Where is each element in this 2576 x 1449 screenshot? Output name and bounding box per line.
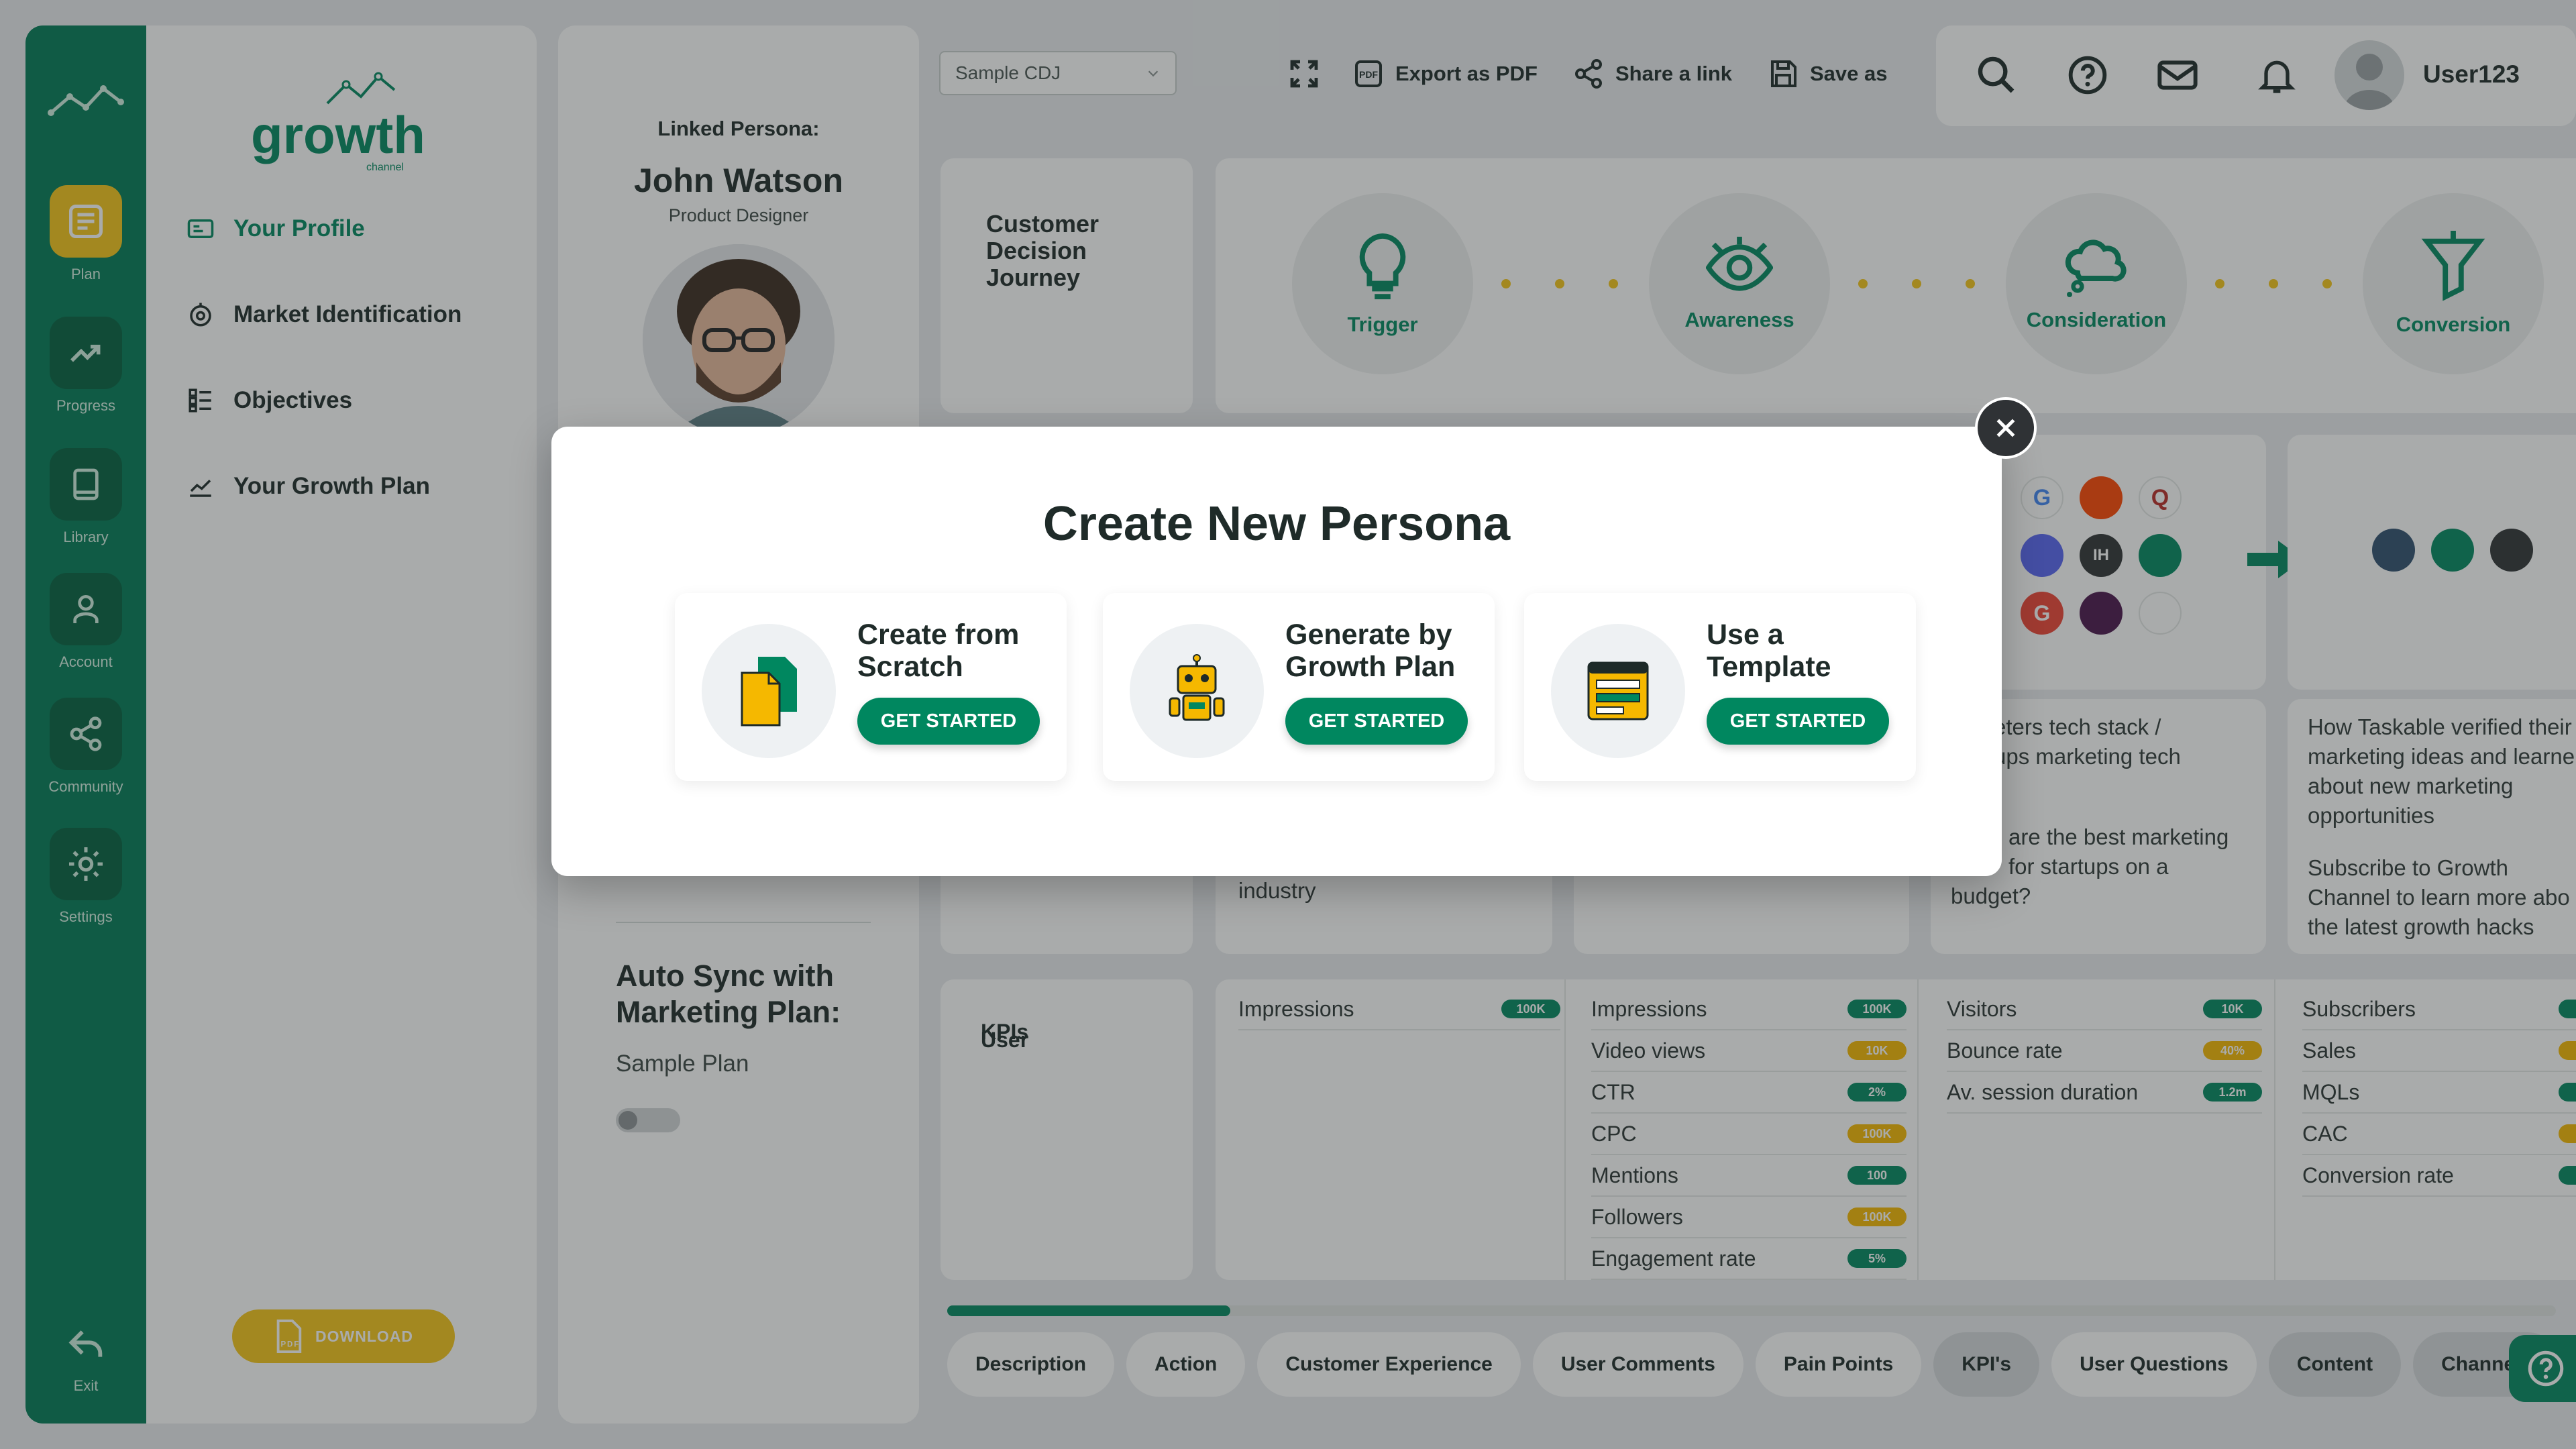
create-persona-modal: Create New Persona Create from Scratch G… [551, 427, 2002, 876]
get-started-button[interactable]: GET STARTED [857, 698, 1040, 745]
option-title: Use a Template [1707, 619, 1831, 683]
modal-title: Create New Persona [1042, 497, 1511, 551]
get-started-button[interactable]: GET STARTED [1707, 698, 1889, 745]
option-use-a-template[interactable]: Use a Template GET STARTED [1524, 593, 1916, 781]
close-modal-button[interactable] [1975, 397, 2037, 459]
robot-icon [1130, 624, 1264, 758]
close-icon [1996, 419, 2015, 437]
option-generate-by-growth-plan[interactable]: Generate by Growth Plan GET STARTED [1103, 593, 1495, 781]
documents-icon [702, 624, 836, 758]
option-title: Generate by Growth Plan [1285, 619, 1456, 683]
option-title: Create from Scratch [857, 619, 1020, 683]
get-started-button[interactable]: GET STARTED [1285, 698, 1468, 745]
option-create-from-scratch[interactable]: Create from Scratch GET STARTED [675, 593, 1067, 781]
template-icon [1551, 624, 1685, 758]
